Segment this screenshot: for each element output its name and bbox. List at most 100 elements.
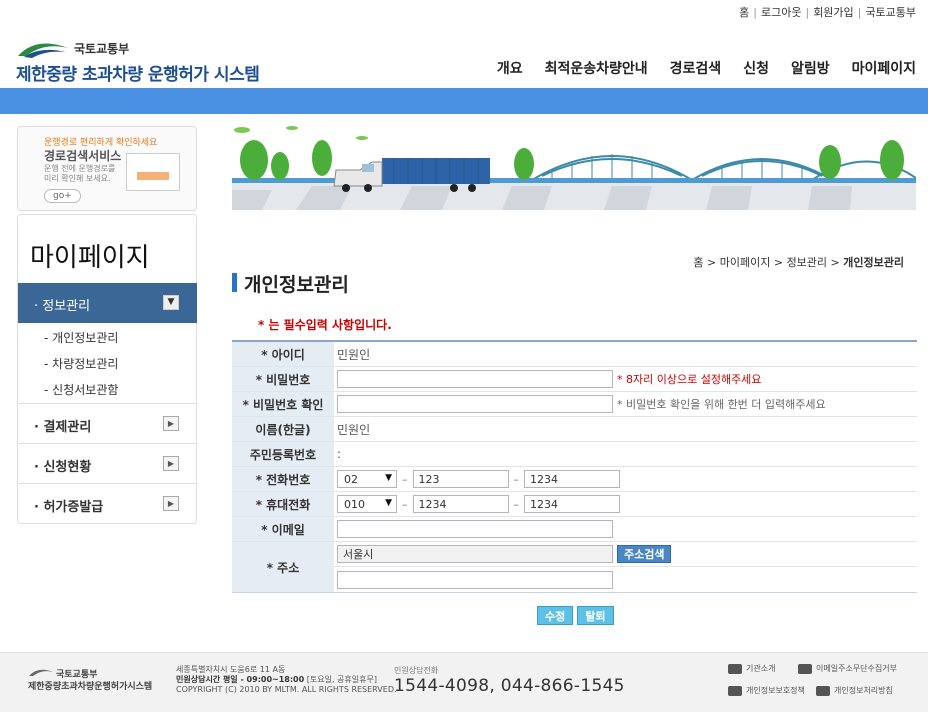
- side-menu-application-status[interactable]: · 신청현황 ▶: [18, 443, 197, 483]
- breadcrumb-home[interactable]: 홈: [693, 256, 703, 269]
- form-row-mobile: * 휴대전화 010 ▼ – 1234 – 1234: [232, 492, 917, 517]
- util-separator: |: [857, 6, 862, 19]
- footer-address: 세종특별자치시 도움6로 11 A동: [176, 665, 286, 674]
- route-search-promo[interactable]: 운행경로 편리하게 확인하세요 경로검색서비스 운행 전에 운행경로를 미리 확…: [17, 126, 197, 211]
- logo-ministry: 국토교통부: [74, 42, 130, 56]
- side-menu-payment[interactable]: · 결제관리 ▶: [18, 403, 197, 443]
- mobile-last-input[interactable]: 1234: [524, 495, 620, 513]
- address-search-button[interactable]: 주소검색: [617, 545, 672, 563]
- email-input[interactable]: [337, 520, 613, 538]
- address-label: * 주소: [232, 542, 334, 592]
- footer-phone: 1544-4098, 044-866-1545: [394, 676, 625, 696]
- form-row-email: * 이메일: [232, 517, 917, 542]
- util-ministry-link[interactable]: 국토교통부: [865, 6, 916, 19]
- footer-hours-note: [토요일, 공휴일휴무]: [306, 675, 377, 684]
- chevron-down-icon: ▼: [163, 295, 179, 310]
- password-label: * 비밀번호: [232, 367, 334, 391]
- password-input[interactable]: [337, 370, 613, 388]
- footer-link-email-refusal[interactable]: 이메일주소무단수집거부: [798, 663, 897, 674]
- ministry-logo-icon: [18, 43, 68, 58]
- form-row-address: * 주소 서울시 주소검색: [232, 542, 917, 592]
- footer: 국토교통부 제한중량초과차량운행허가시스템 세종특별자치시 도움6로 11 A동…: [0, 652, 928, 712]
- nav-overview[interactable]: 개요: [497, 58, 523, 78]
- password-hint: * 8자리 이상으로 설정해주세요: [617, 373, 762, 386]
- form-row-password: * 비밀번호 * 8자리 이상으로 설정해주세요: [232, 367, 917, 392]
- util-home-link[interactable]: 홈: [739, 6, 749, 19]
- main-nav: 개요 최적운송차량안내 경로검색 신청 알림방 마이페이지: [475, 58, 916, 78]
- truck-bridge-banner: [232, 120, 916, 210]
- page-title: 개인정보관리: [232, 270, 349, 297]
- util-separator: |: [805, 6, 810, 19]
- form-row-rrn: 주민등록번호 :: [232, 442, 917, 467]
- dash: –: [513, 472, 520, 486]
- side-menu-label: · 결제관리: [34, 420, 92, 435]
- form-row-password-confirm: * 비밀번호 확인 * 비밀번호 확인을 위해 한번 더 입력해주세요: [232, 392, 917, 417]
- mobile-prefix-select[interactable]: 010 ▼: [337, 495, 397, 513]
- promo-go-button[interactable]: go+: [44, 189, 81, 203]
- side-menu-label: · 신청현황: [34, 460, 92, 475]
- person-icon: [816, 685, 830, 696]
- side-menu-info-management[interactable]: · 정보관리 ▼: [18, 283, 197, 323]
- phone-area-select[interactable]: 02 ▼: [337, 470, 397, 488]
- util-join-link[interactable]: 회원가입: [813, 6, 853, 19]
- address2-input[interactable]: [337, 570, 613, 589]
- dash: –: [402, 497, 408, 511]
- mobile-label: * 휴대전화: [232, 492, 334, 516]
- rrn-value: :: [337, 447, 342, 461]
- side-sub-vehicle-info[interactable]: - 차량정보관리: [44, 355, 118, 372]
- chevron-right-icon: ▶: [163, 456, 179, 471]
- nav-vehicle-guide[interactable]: 최적운송차량안내: [545, 58, 648, 78]
- chevron-right-icon: ▶: [163, 416, 179, 431]
- phone-label: * 전화번호: [232, 467, 334, 491]
- promo-title: 경로검색서비스: [44, 149, 122, 163]
- footer-link-privacy-handling[interactable]: 개인정보처리방침: [816, 685, 893, 696]
- nav-route-search[interactable]: 경로검색: [670, 58, 722, 78]
- form-row-name: 이름(한글) 민원인: [232, 417, 917, 442]
- dash: –: [513, 497, 520, 511]
- form-buttons: 수정 탈퇴: [537, 606, 614, 625]
- nav-mypage[interactable]: 마이페이지: [852, 58, 916, 78]
- side-menu-title: 마이페이지: [30, 243, 150, 273]
- document-icon: [126, 153, 180, 191]
- utility-links: 홈 | 로그아웃 | 회원가입 | 국토교통부: [739, 4, 916, 20]
- footer-link-privacy-policy[interactable]: 개인정보보호정책: [728, 685, 805, 696]
- eye-icon: [728, 685, 742, 696]
- edit-button[interactable]: 수정: [537, 606, 574, 625]
- breadcrumb: 홈 > 마이페이지 > 정보관리 > 개인정보관리: [693, 256, 904, 269]
- dropdown-arrow-icon: ▼: [385, 498, 392, 508]
- rrn-label: 주민등록번호: [232, 442, 334, 466]
- dropdown-arrow-icon: ▼: [385, 473, 392, 483]
- footer-phone-label: 민원상담전화: [394, 666, 439, 675]
- side-menu-active-label: · 정보관리: [34, 299, 91, 314]
- nav-notice[interactable]: 알림방: [791, 58, 830, 78]
- footer-system: 제한중량초과차량운행허가시스템: [28, 682, 153, 692]
- side-menu-permit-issue[interactable]: · 허가증발급 ▶: [18, 483, 197, 523]
- withdraw-button[interactable]: 탈퇴: [577, 606, 614, 625]
- breadcrumb-info[interactable]: 정보관리: [787, 256, 827, 269]
- address1-input[interactable]: 서울시: [337, 545, 613, 563]
- book-icon: [728, 663, 742, 674]
- profile-form: * 아이디 민원인 * 비밀번호 * 8자리 이상으로 설정해주세요 * 비밀번…: [232, 340, 917, 593]
- side-menu-label: · 허가증발급: [34, 500, 104, 515]
- logo-title: 제한중량 초과차량 운행허가 시스템: [16, 65, 260, 85]
- breadcrumb-mypage[interactable]: 마이페이지: [720, 256, 771, 269]
- footer-link-about[interactable]: 기관소개: [728, 663, 775, 674]
- mobile-mid-input[interactable]: 1234: [412, 495, 509, 513]
- footer-address-block: 세종특별자치시 도움6로 11 A동 민원상담시간 평일 - 09:00~18:…: [176, 665, 397, 695]
- util-logout-link[interactable]: 로그아웃: [761, 6, 801, 19]
- header-bar: [0, 88, 928, 114]
- name-label: 이름(한글): [232, 417, 334, 441]
- phone-last-input[interactable]: 1234: [524, 470, 620, 488]
- side-sub-application-box[interactable]: - 신청서보관함: [44, 381, 118, 398]
- footer-hours: 민원상담시간 평일 - 09:00~18:00: [176, 675, 305, 684]
- side-menu: 마이페이지 · 정보관리 ▼ - 개인정보관리 - 차량정보관리 - 신청서보관…: [17, 214, 197, 524]
- phone-mid-input[interactable]: 123: [412, 470, 509, 488]
- chevron-right-icon: ▶: [163, 496, 179, 511]
- util-separator: |: [753, 6, 757, 19]
- password-confirm-input[interactable]: [337, 395, 613, 413]
- form-row-phone: * 전화번호 02 ▼ – 123 – 1234: [232, 467, 917, 492]
- dash: –: [402, 472, 408, 486]
- name-value: 민원인: [337, 422, 371, 437]
- nav-apply[interactable]: 신청: [743, 58, 769, 78]
- side-sub-personal-info[interactable]: - 개인정보관리: [44, 329, 118, 346]
